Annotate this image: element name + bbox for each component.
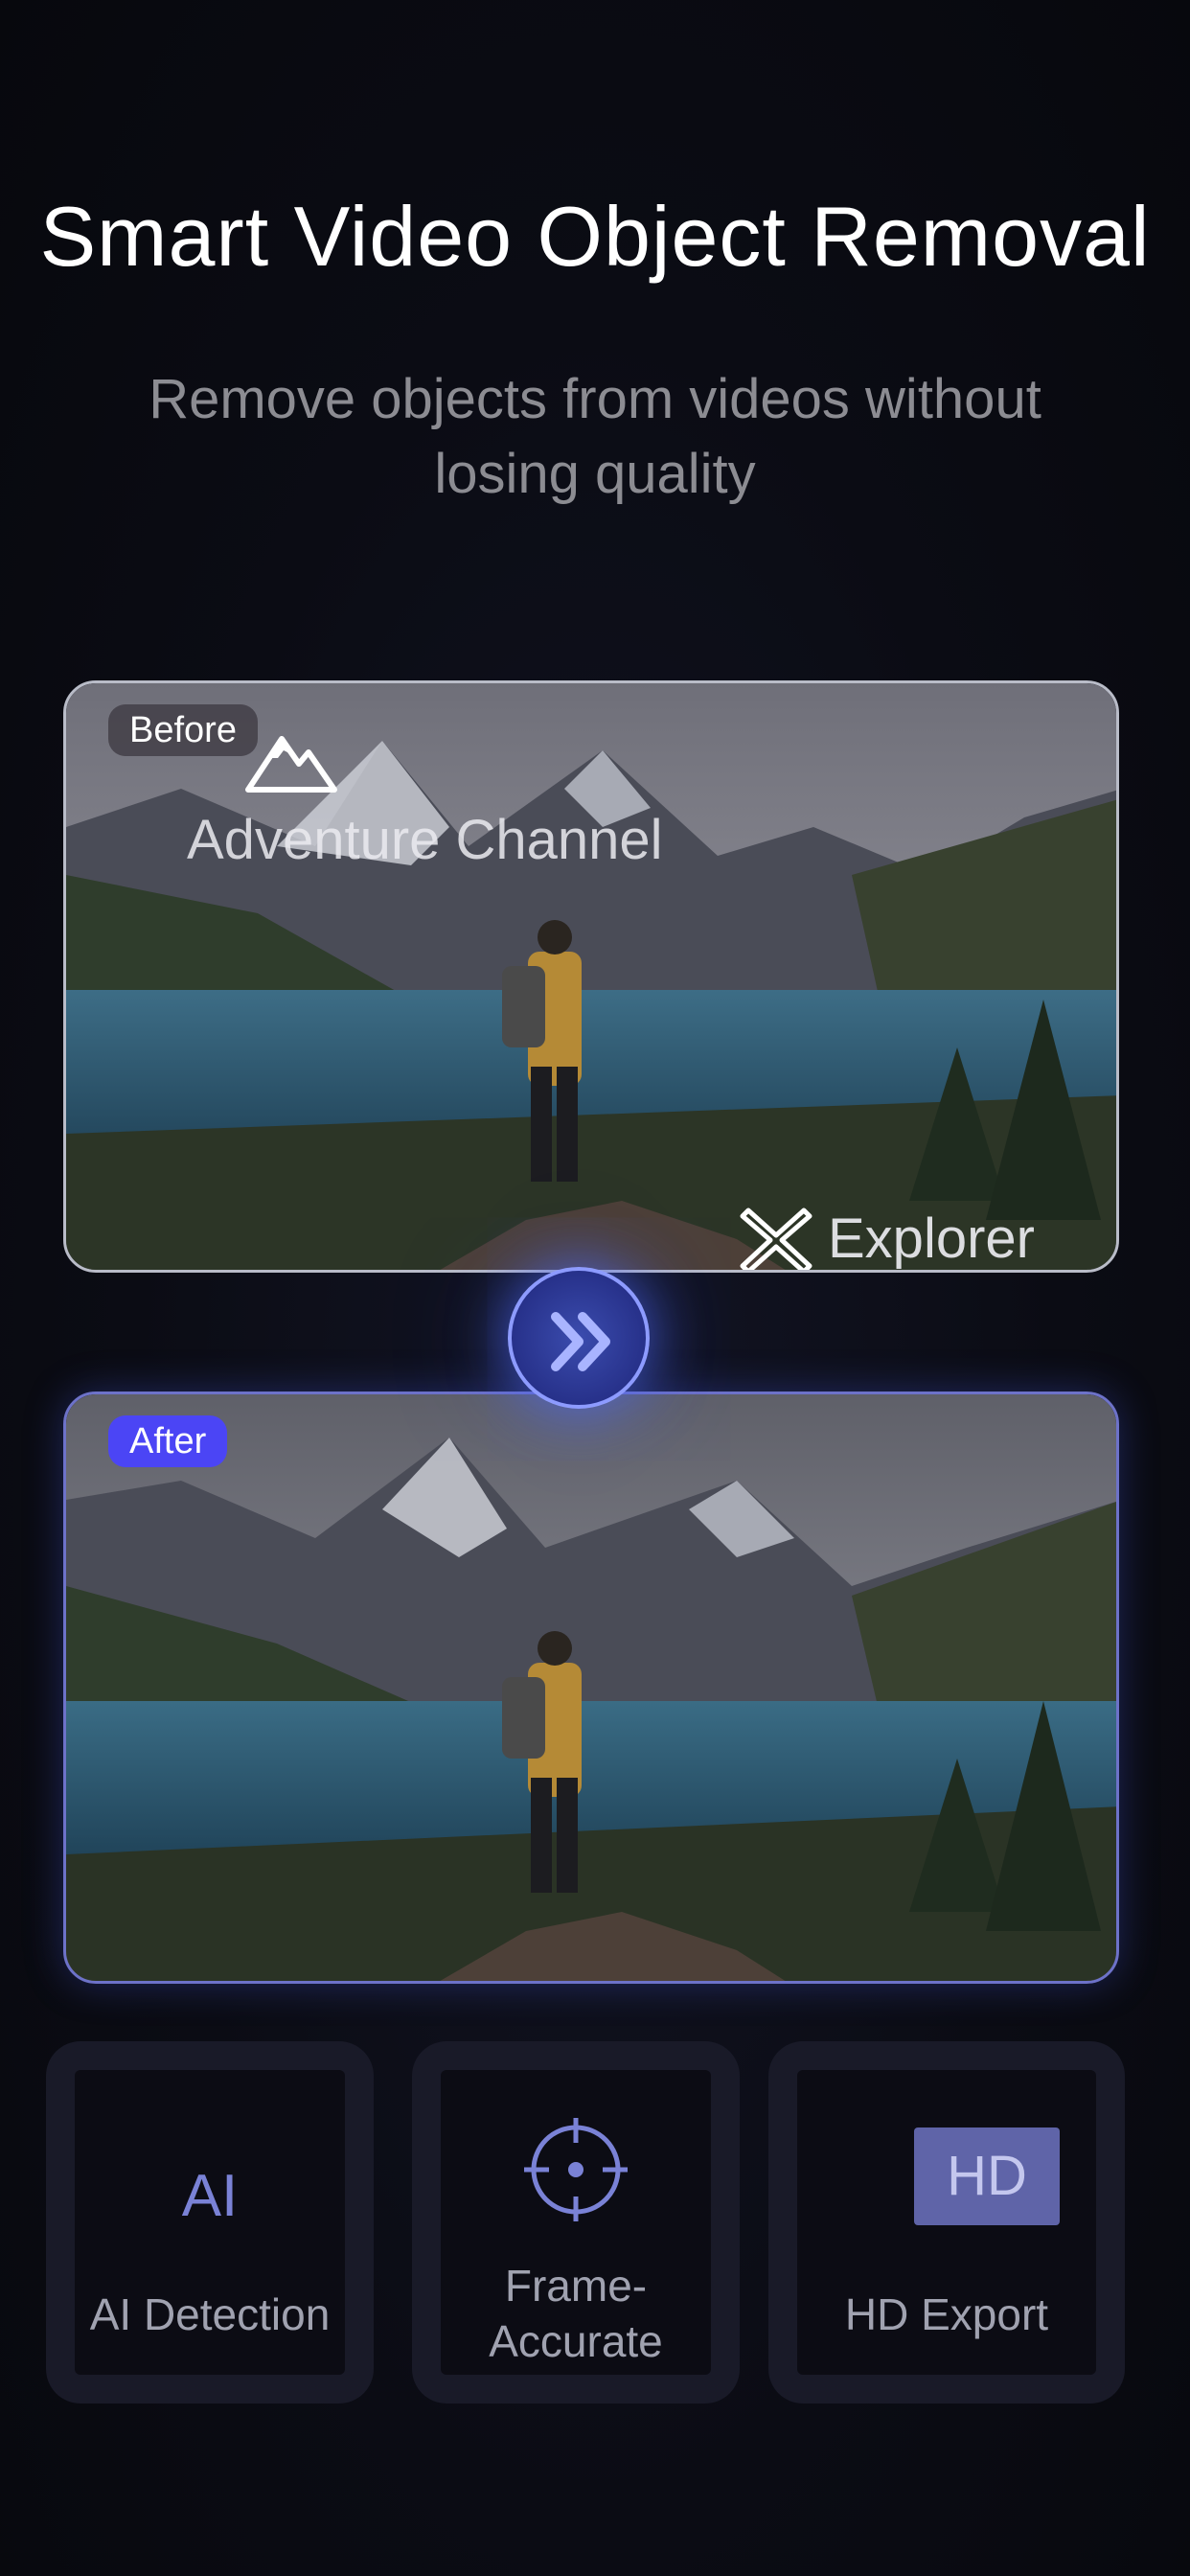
watermark-channel-text: Adventure Channel xyxy=(187,809,663,871)
double-chevron-right-icon xyxy=(551,1312,610,1371)
after-badge: After xyxy=(108,1415,228,1467)
feature-label: HD Export xyxy=(844,2289,1049,2339)
hd-icon: HD xyxy=(914,2128,1060,2225)
before-badge: Before xyxy=(108,704,258,756)
mountain-watermark-icon xyxy=(245,736,337,793)
feature-frame-accurate[interactable]: Frame- Accurate xyxy=(412,2041,740,2404)
before-landscape-image xyxy=(66,683,1116,1270)
feature-label-line1: Frame- xyxy=(504,2261,648,2311)
ai-icon: AI xyxy=(181,2163,239,2229)
x-watermark-icon xyxy=(740,1208,812,1270)
before-preview-card[interactable]: Before Adventure Channel Explorer xyxy=(63,680,1119,1273)
page-title: Smart Video Object Removal xyxy=(39,189,1151,284)
watermark-explorer-text: Explorer xyxy=(828,1208,1035,1270)
crosshair-icon xyxy=(524,2118,628,2221)
feature-label-line2: Accurate xyxy=(489,2316,663,2366)
page-subtitle: Remove objects from videos without losin… xyxy=(149,368,1041,505)
feature-ai-detection[interactable]: AI AI Detection xyxy=(46,2041,374,2404)
after-preview-card[interactable]: After xyxy=(63,1392,1119,1984)
compare-arrow-button[interactable] xyxy=(508,1267,650,1409)
feature-hd-export[interactable]: HD HD Export xyxy=(768,2041,1125,2404)
feature-label: AI Detection xyxy=(89,2289,331,2339)
after-landscape-image xyxy=(66,1394,1116,1981)
